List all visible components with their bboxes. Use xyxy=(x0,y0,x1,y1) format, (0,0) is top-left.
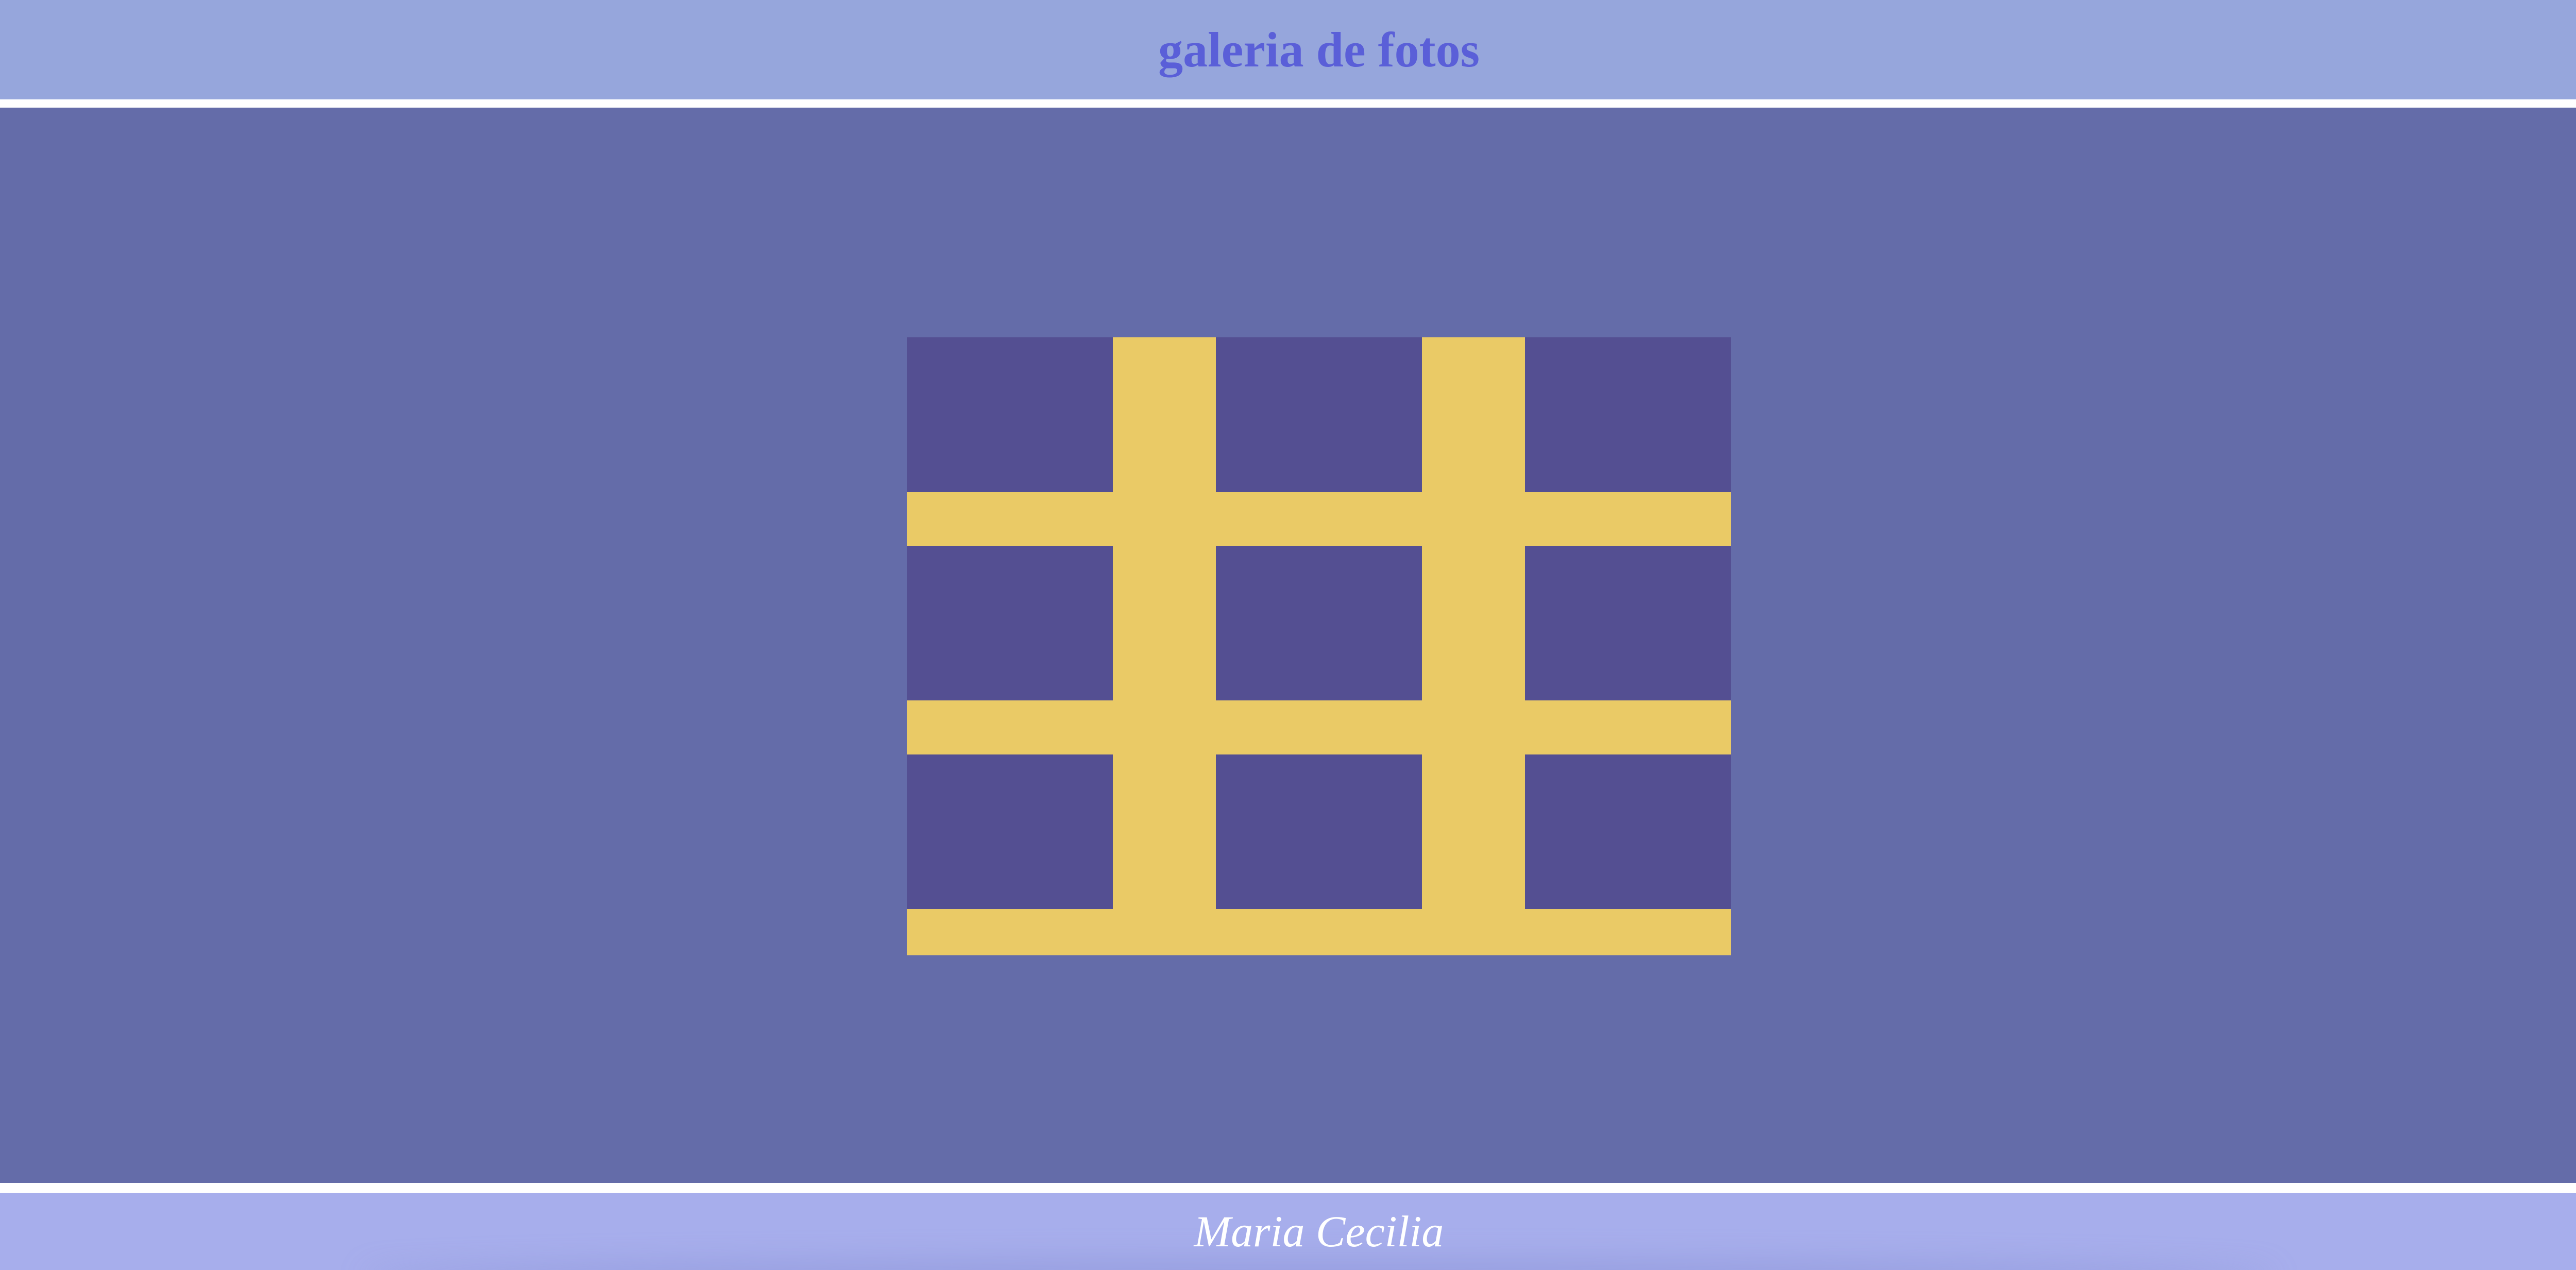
photo-thumbnail-7[interactable] xyxy=(907,754,1113,909)
page-header: galeria de fotos xyxy=(0,0,2576,99)
photo-thumbnail-3[interactable] xyxy=(1525,337,1731,492)
photo-thumbnail-4[interactable] xyxy=(907,546,1113,700)
author-name: Maria Cecilia xyxy=(1194,1207,1444,1256)
page-title: galeria de fotos xyxy=(1158,22,1480,77)
page-footer: Maria Cecilia xyxy=(0,1193,2576,1270)
photo-thumbnail-8[interactable] xyxy=(1216,754,1422,909)
photo-thumbnail-5[interactable] xyxy=(1216,546,1422,700)
photo-thumbnail-6[interactable] xyxy=(1525,546,1731,700)
photo-thumbnail-2[interactable] xyxy=(1216,337,1422,492)
gallery-section xyxy=(0,108,2576,1183)
photo-thumbnail-9[interactable] xyxy=(1525,754,1731,909)
photo-thumbnail-1[interactable] xyxy=(907,337,1113,492)
photo-grid xyxy=(907,337,1731,955)
